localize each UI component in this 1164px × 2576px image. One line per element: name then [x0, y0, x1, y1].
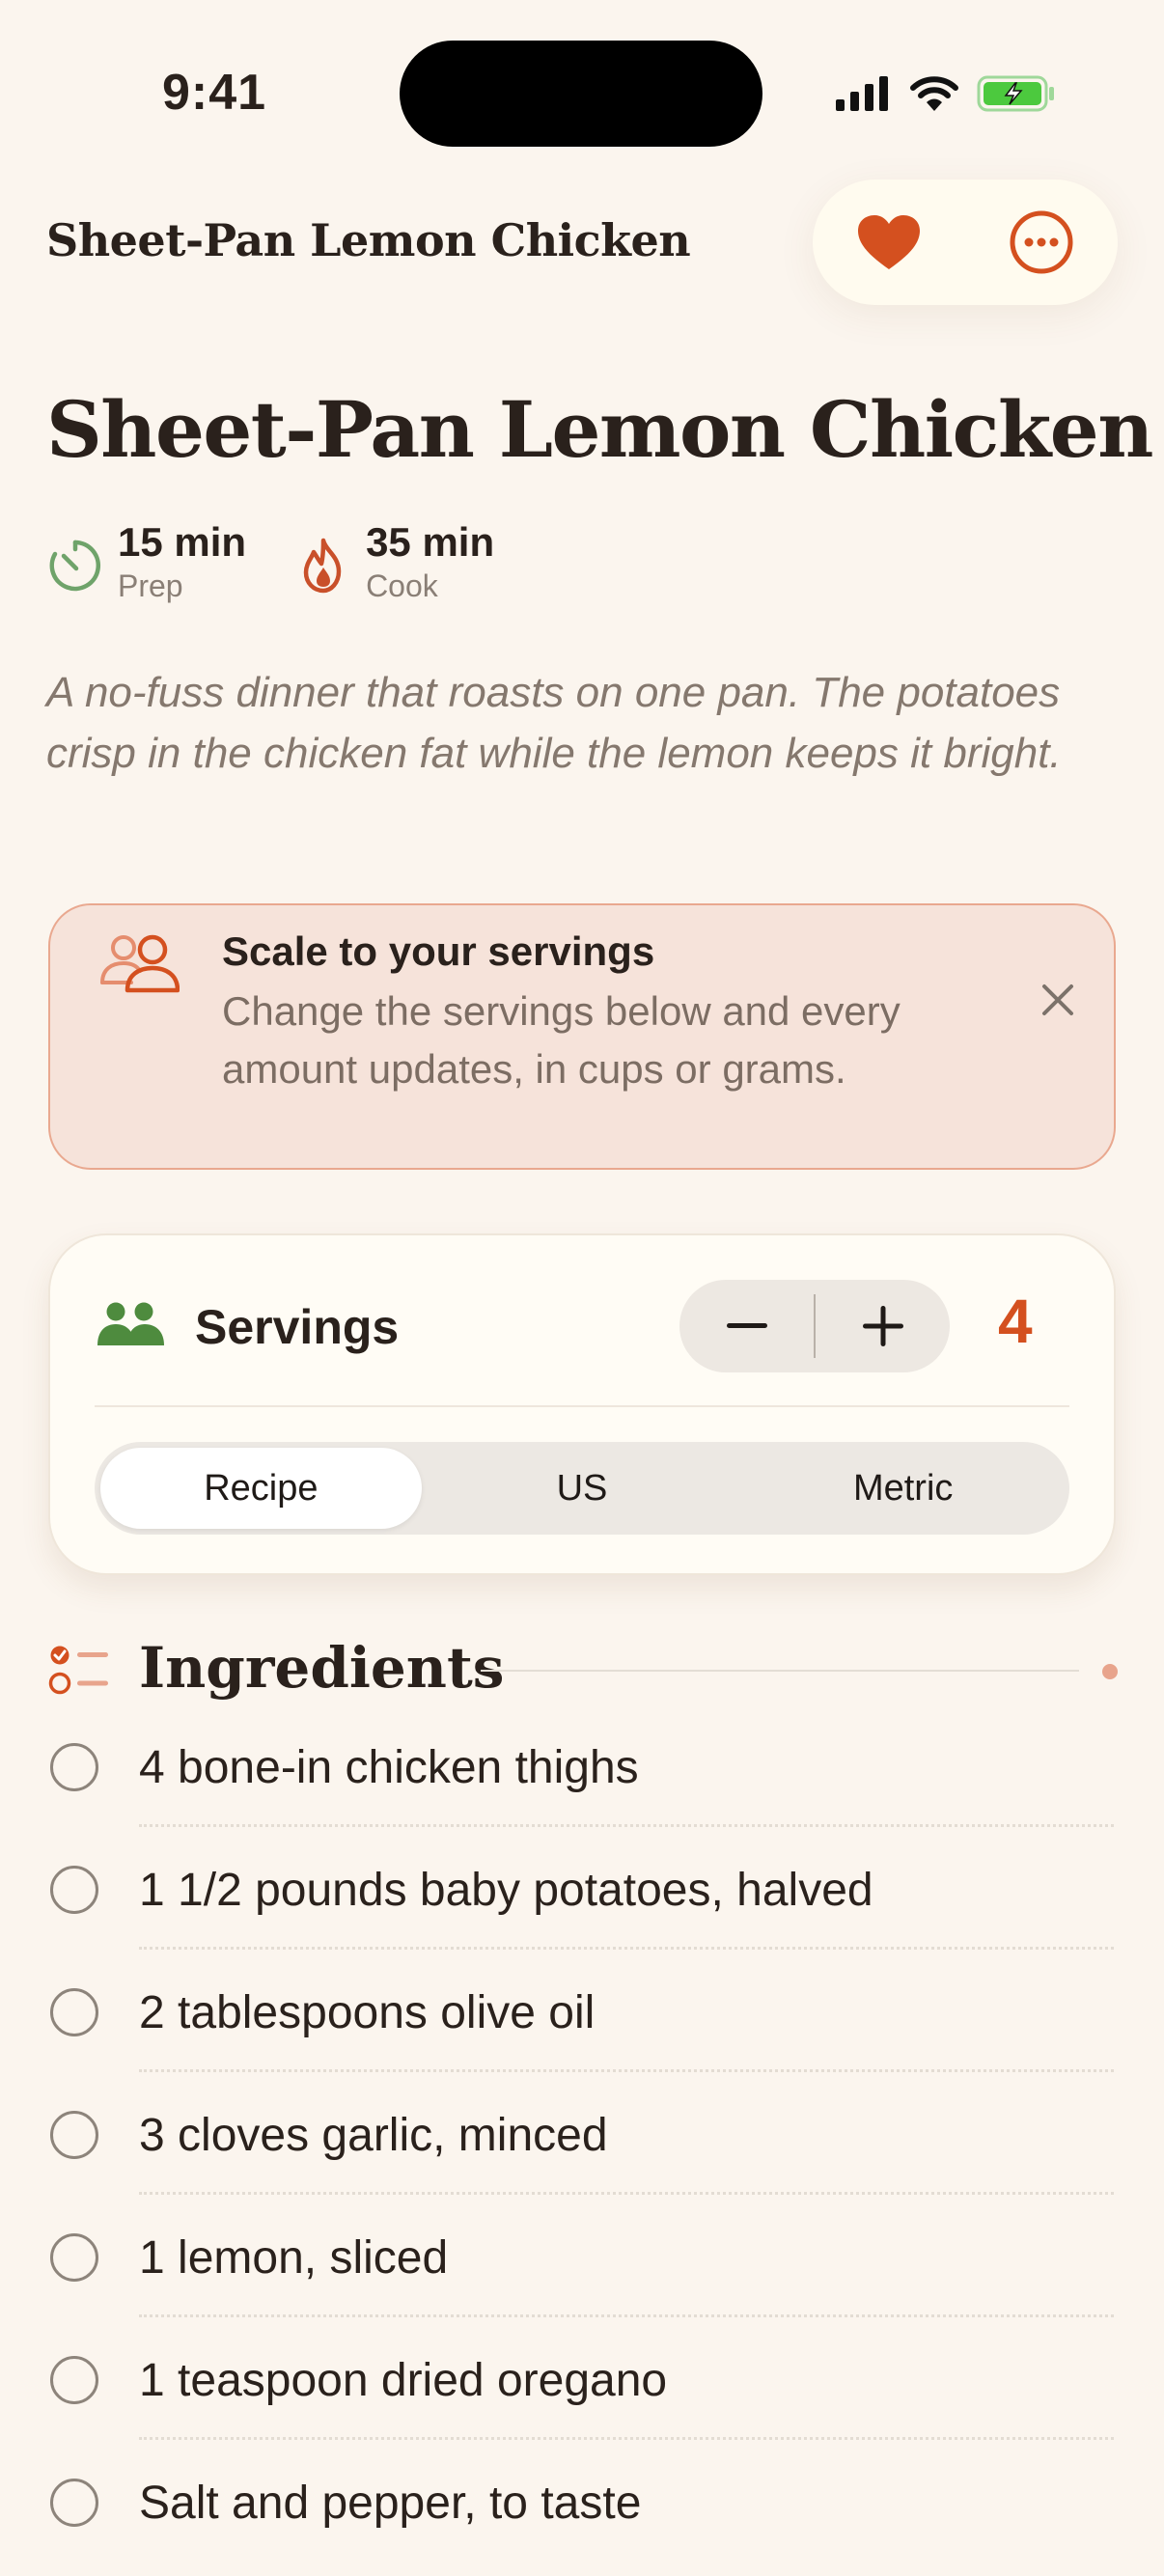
card-divider [95, 1405, 1069, 1407]
ingredient-text: 1 teaspoon dried oregano [139, 2355, 668, 2406]
unit-option-metric[interactable]: Metric [742, 1448, 1064, 1529]
ingredient-row: 4 bone-in chicken thighs [0, 1718, 1164, 1841]
decrement-button[interactable] [679, 1280, 814, 1372]
servings-label: Servings [195, 1300, 400, 1354]
battery-charging-icon [977, 75, 1054, 112]
flame-icon [303, 538, 342, 594]
prep-label: Prep [118, 568, 183, 603]
nav-actions [813, 180, 1118, 305]
wifi-icon [910, 76, 958, 111]
ingredient-checkbox[interactable] [50, 2356, 98, 2404]
status-bar: 9:41 [0, 0, 1164, 183]
increment-button[interactable] [816, 1280, 950, 1372]
ingredient-row: 1 teaspoon dried oregano [0, 2331, 1164, 2453]
more-options-button[interactable] [998, 199, 1085, 286]
tip-close-button[interactable] [1031, 973, 1085, 1027]
status-icons [834, 69, 1056, 118]
recipe-title: Sheet-Pan Lemon Chicken [46, 384, 1153, 475]
cook-label: Cook [366, 568, 438, 603]
ingredient-text: Salt and pepper, to taste [139, 2478, 642, 2529]
ingredient-row: Salt and pepper, to taste [0, 2453, 1164, 2576]
favorite-button[interactable] [845, 199, 932, 286]
people-icon [100, 934, 180, 993]
plus-icon [862, 1306, 903, 1346]
minus-icon [726, 1323, 767, 1328]
row-separator [139, 1824, 1114, 1827]
heading-dot [1102, 1664, 1118, 1679]
cook-time: 35 min Cook [294, 517, 494, 604]
ingredient-text: 1 1/2 pounds baby potatoes, halved [139, 1865, 873, 1916]
ingredient-checkbox[interactable] [50, 2233, 98, 2282]
scale-tip-banner: Scale to your servings Change the servin… [48, 903, 1116, 1170]
servings-people-icon [97, 1302, 164, 1345]
ingredient-text: 2 tablespoons olive oil [139, 1987, 596, 2038]
ingredient-row: 1 1/2 pounds baby potatoes, halved [0, 1841, 1164, 1963]
heart-icon [858, 215, 920, 269]
ingredient-row: 3 cloves garlic, minced [0, 2086, 1164, 2208]
ingredient-checkbox[interactable] [50, 2479, 98, 2527]
servings-card: Servings 4 Recipe US Metric [48, 1233, 1116, 1575]
ingredient-checkbox[interactable] [50, 1866, 98, 1914]
ingredient-text: 3 cloves garlic, minced [139, 2110, 608, 2161]
row-separator [139, 1947, 1114, 1950]
nav-title: Sheet-Pan Lemon Chicken [46, 214, 691, 266]
row-separator [139, 2314, 1114, 2317]
servings-stepper [679, 1280, 950, 1372]
ingredient-checkbox[interactable] [50, 1743, 98, 1791]
ingredients-heading: Ingredients [139, 1635, 505, 1701]
row-separator [139, 2192, 1114, 2195]
cook-value: 35 min [366, 519, 495, 565]
recipe-description: A no-fuss dinner that roasts on one pan.… [46, 669, 1062, 777]
unit-segmented-control: Recipe US Metric [95, 1442, 1069, 1535]
unit-option-recipe[interactable]: Recipe [100, 1448, 422, 1529]
ingredient-row: 1 lemon, sliced [0, 2208, 1164, 2331]
ingredients-list: 4 bone-in chicken thighs 1 1/2 pounds ba… [0, 1718, 1164, 2576]
heading-rule [481, 1670, 1079, 1672]
ingredient-checkbox[interactable] [50, 1988, 98, 2036]
row-separator [139, 2437, 1114, 2440]
servings-count: 4 [998, 1287, 1033, 1356]
ingredient-text: 4 bone-in chicken thighs [139, 1742, 639, 1793]
ingredient-row: 2 tablespoons olive oil [0, 1963, 1164, 2086]
recipe-meta: 15 min Prep 35 min Cook [46, 517, 494, 604]
timer-icon [49, 540, 101, 592]
row-separator [139, 2069, 1114, 2072]
tip-body: Change the servings below and every amou… [222, 988, 901, 1092]
unit-option-us[interactable]: US [422, 1448, 743, 1529]
prep-value: 15 min [118, 519, 247, 565]
ingredient-text: 1 lemon, sliced [139, 2232, 449, 2284]
dynamic-island [400, 41, 762, 147]
checklist-icon [48, 1646, 108, 1695]
prep-time: 15 min Prep [46, 517, 246, 604]
status-time: 9:41 [162, 65, 267, 121]
tip-title: Scale to your servings [222, 928, 655, 974]
close-icon [1042, 984, 1073, 1015]
ingredient-checkbox[interactable] [50, 2111, 98, 2159]
cellular-signal-icon [836, 76, 888, 111]
more-options-icon [1010, 210, 1073, 274]
